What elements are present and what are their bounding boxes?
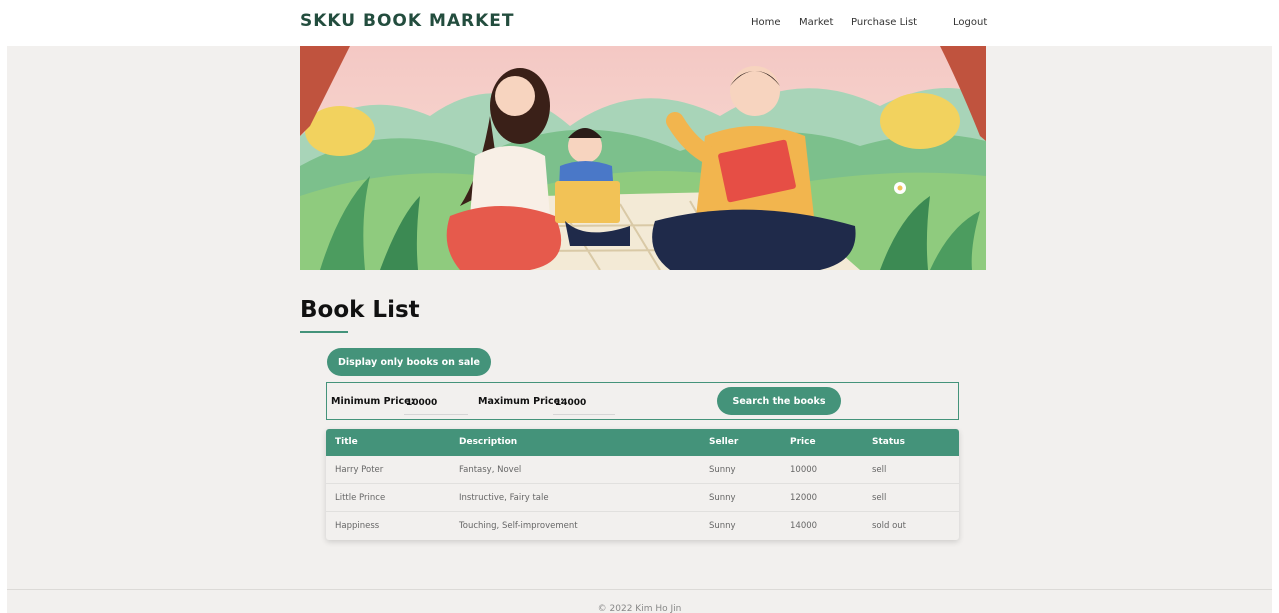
cell-price: 10000 — [790, 465, 818, 475]
cell-price: 14000 — [790, 521, 818, 531]
cell-status: sold out — [872, 521, 907, 531]
col-price: Price — [790, 437, 816, 447]
max-price-input[interactable] — [553, 391, 615, 415]
cell-status: sell — [872, 465, 887, 475]
nav-home[interactable]: Home — [751, 17, 781, 28]
table-row[interactable]: Harry Poter Fantasy, Novel Sunny 10000 s… — [326, 456, 959, 484]
nav-market[interactable]: Market — [799, 17, 833, 28]
page-title: Book List — [300, 297, 420, 323]
title-underline — [300, 331, 348, 333]
col-seller: Seller — [709, 437, 739, 447]
nav-purchase-list[interactable]: Purchase List — [851, 17, 917, 28]
display-on-sale-button[interactable]: Display only books on sale — [327, 348, 491, 376]
cell-price: 12000 — [790, 493, 818, 503]
footer-copyright: © 2022 Kim Ho Jin — [597, 604, 682, 613]
cell-title: Harry Poter — [335, 465, 384, 475]
cell-seller: Sunny — [709, 521, 736, 531]
cell-seller: Sunny — [709, 493, 736, 503]
price-filter-form: Minimum Price: Maximum Price: Search the… — [326, 382, 959, 420]
cell-title: Happiness — [335, 521, 380, 531]
table-row[interactable]: Happiness Touching, Self-improvement Sun… — [326, 512, 959, 540]
brand-logo[interactable]: SKKU BOOK MARKET — [300, 11, 515, 31]
hero-illustration — [300, 46, 986, 270]
col-description: Description — [459, 437, 518, 447]
min-price-input[interactable] — [404, 391, 468, 415]
col-status: Status — [872, 437, 905, 447]
cell-description: Instructive, Fairy tale — [459, 493, 549, 503]
cell-description: Fantasy, Novel — [459, 465, 522, 475]
top-navbar: SKKU BOOK MARKET Home Market Purchase Li… — [0, 0, 1279, 46]
nav-logout[interactable]: Logout — [953, 17, 987, 28]
min-price-label: Minimum Price: — [331, 396, 415, 407]
family-reading-illustration — [300, 46, 986, 270]
search-books-button[interactable]: Search the books — [717, 387, 841, 415]
book-table: Title Description Seller Price Status Ha… — [326, 429, 959, 540]
table-row[interactable]: Little Prince Instructive, Fairy tale Su… — [326, 484, 959, 512]
col-title: Title — [335, 437, 358, 447]
cell-description: Touching, Self-improvement — [459, 521, 578, 531]
cell-title: Little Prince — [335, 493, 386, 503]
footer-divider — [7, 589, 1272, 590]
cell-seller: Sunny — [709, 465, 736, 475]
cell-status: sell — [872, 493, 887, 503]
table-header: Title Description Seller Price Status — [326, 429, 959, 456]
max-price-label: Maximum Price: — [478, 396, 564, 407]
